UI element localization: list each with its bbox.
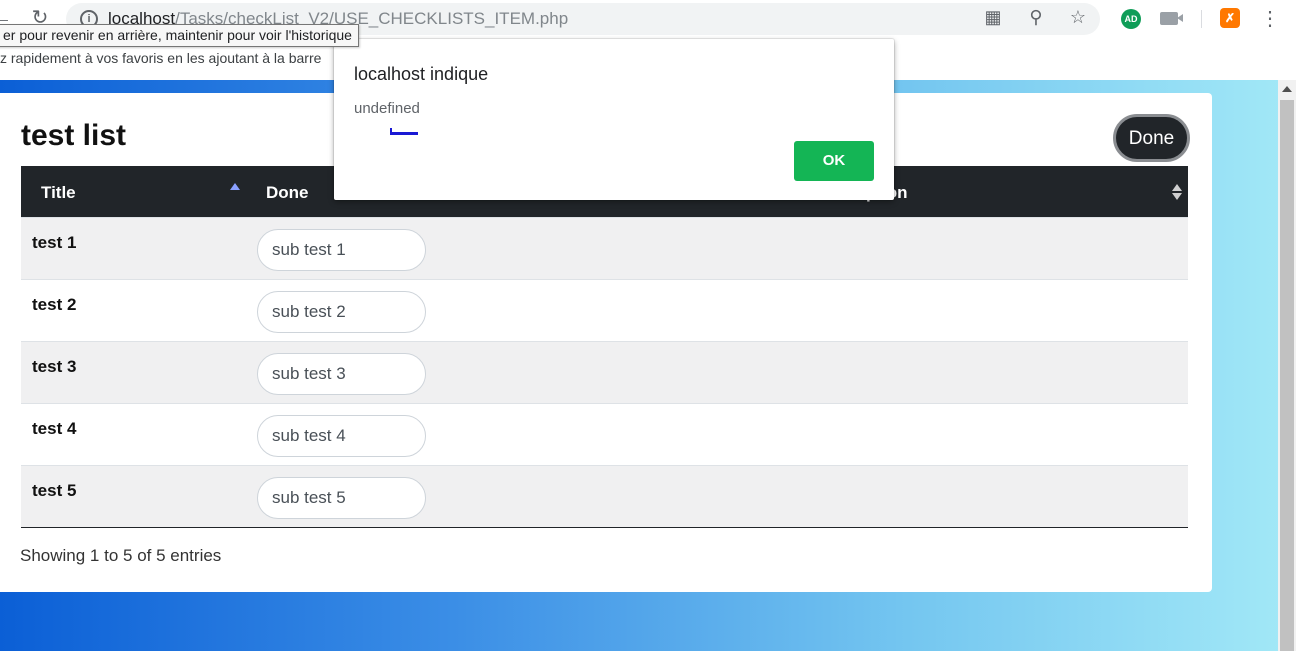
- star-icon[interactable]: ☆: [1067, 6, 1089, 28]
- table-row: test 5 sub test 5: [21, 465, 1188, 527]
- ok-button[interactable]: OK: [794, 141, 874, 181]
- dialog-title: localhost indique: [354, 64, 489, 84]
- toolbar-divider: [1201, 10, 1202, 28]
- row-title: test 3: [32, 357, 77, 376]
- sub-item-input[interactable]: sub test 2: [257, 291, 426, 333]
- text-cursor-mark: [390, 128, 418, 135]
- table-row: test 4 sub test 4: [21, 403, 1188, 465]
- row-title: test 2: [32, 295, 77, 314]
- row-title: test 4: [32, 419, 77, 438]
- bookmark-hint: z rapidement à vos favoris en les ajouta…: [0, 50, 322, 66]
- sub-item-input[interactable]: sub test 5: [257, 477, 426, 519]
- alert-dialog: localhost indique undefined OK: [334, 39, 894, 200]
- translate-icon[interactable]: ▦: [982, 6, 1004, 28]
- vertical-scrollbar[interactable]: [1278, 80, 1296, 651]
- scrollbar-thumb[interactable]: [1280, 100, 1294, 651]
- sort-asc-icon: [230, 183, 240, 190]
- row-title: test 1: [32, 233, 77, 252]
- dialog-message: undefined: [354, 100, 420, 117]
- sub-item-input[interactable]: sub test 1: [257, 229, 426, 271]
- extension-ad-icon[interactable]: AD: [1121, 9, 1141, 29]
- done-button[interactable]: Done: [1113, 114, 1190, 162]
- checklist-table: Title Done ption test 1 sub test 1 test …: [21, 166, 1188, 528]
- column-header-done[interactable]: Done: [266, 166, 309, 217]
- avast-icon[interactable]: ✗: [1220, 8, 1240, 28]
- row-title: test 5: [32, 481, 77, 500]
- kebab-menu-icon[interactable]: ⋮: [1260, 7, 1280, 31]
- camera-icon[interactable]: [1160, 12, 1183, 25]
- table-bottom-border: [21, 527, 1188, 528]
- zoom-out-icon[interactable]: ⚲: [1025, 6, 1047, 28]
- table-row: test 3 sub test 3: [21, 341, 1188, 403]
- sort-both-icon: [1172, 184, 1182, 200]
- back-button-tooltip: er pour revenir en arrière, maintenir po…: [0, 24, 359, 47]
- page-title: test list: [21, 119, 127, 152]
- column-header-title[interactable]: Title: [41, 166, 76, 217]
- sub-item-input[interactable]: sub test 3: [257, 353, 426, 395]
- scroll-up-arrow-icon[interactable]: [1282, 86, 1292, 92]
- sub-item-input[interactable]: sub test 4: [257, 415, 426, 457]
- table-row: test 1 sub test 1: [21, 217, 1188, 279]
- table-row: test 2 sub test 2: [21, 279, 1188, 341]
- table-info: Showing 1 to 5 of 5 entries: [20, 546, 222, 565]
